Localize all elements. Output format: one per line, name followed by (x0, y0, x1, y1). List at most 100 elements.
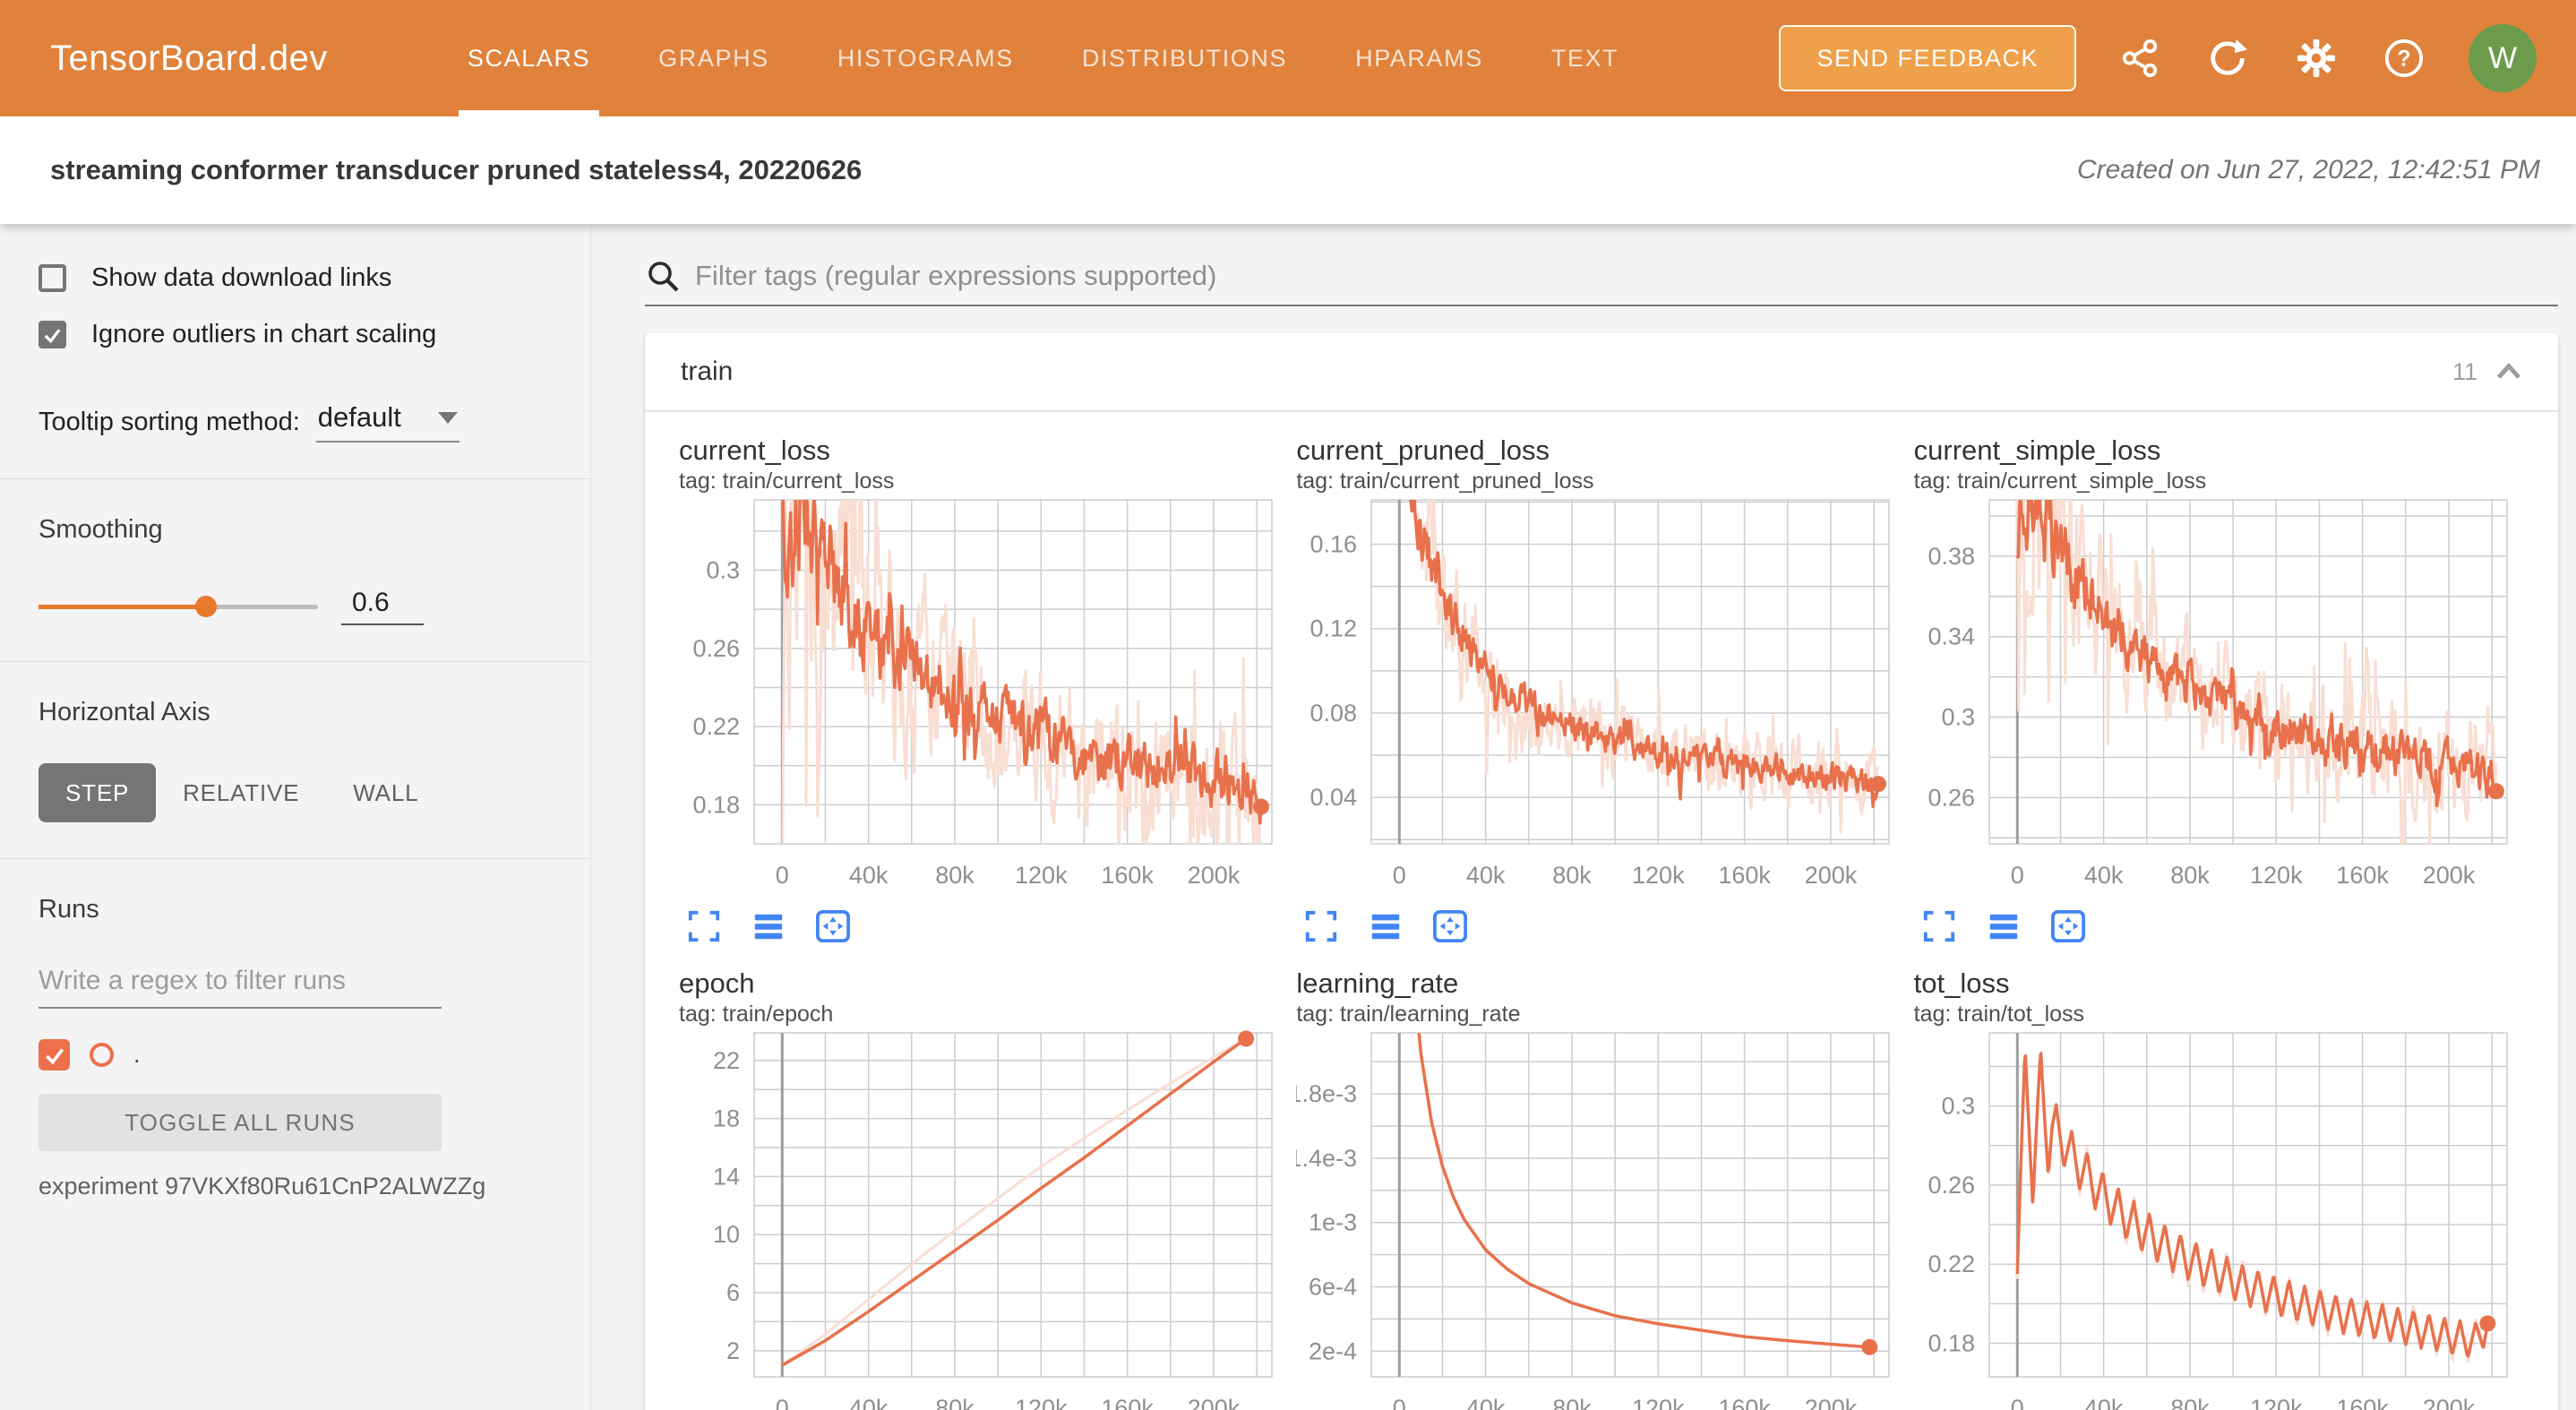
run-list-item[interactable]: . (39, 1039, 547, 1070)
send-feedback-button[interactable]: SEND FEEDBACK (1779, 25, 2076, 91)
dashboard-main: train 11 current_loss tag: train/current… (591, 224, 2576, 1410)
axis-button-wall[interactable]: WALL (326, 763, 445, 822)
chart-tag: tag: train/tot_loss (1914, 1001, 2516, 1027)
tab-text[interactable]: TEXT (1546, 0, 1624, 116)
scalar-chart-plot[interactable]: 0.260.30.340.38040k80k120k160k200k (1914, 494, 2516, 899)
svg-text:120k: 120k (1632, 862, 1685, 889)
svg-text:0: 0 (776, 862, 789, 889)
svg-text:0.16: 0.16 (1310, 530, 1358, 557)
svg-text:0: 0 (776, 1395, 789, 1410)
svg-text:1.4e-3: 1.4e-3 (1296, 1145, 1357, 1172)
divider (0, 478, 590, 479)
svg-text:200k: 200k (1188, 862, 1241, 889)
scalar-chart-plot[interactable]: 0.180.220.260.3040k80k120k160k200k (1914, 1027, 2516, 1410)
show-download-links-checkbox[interactable]: Show data download links (39, 263, 547, 293)
fit-domain-icon[interactable] (2048, 907, 2088, 947)
svg-text:22: 22 (713, 1047, 740, 1074)
svg-text:40k: 40k (1466, 862, 1506, 889)
expand-icon[interactable] (1919, 907, 1959, 947)
svg-text:0.22: 0.22 (692, 713, 740, 740)
experiment-title: streaming conformer transducer pruned st… (50, 154, 862, 186)
train-section-header[interactable]: train 11 (645, 333, 2558, 412)
tooltip-sorting-value: default (318, 401, 401, 434)
axis-button-relative[interactable]: RELATIVE (156, 763, 326, 822)
svg-text:120k: 120k (1015, 862, 1068, 889)
scalar-chart-card: current_loss tag: train/current_loss 0.1… (679, 434, 1281, 947)
runs-filter-input[interactable] (39, 966, 442, 1009)
scalar-chart-plot[interactable]: 2e-46e-41e-31.4e-31.8e-3040k80k120k160k2… (1296, 1027, 1898, 1410)
run-color-swatch (90, 1043, 114, 1067)
tag-filter-input[interactable] (695, 260, 2558, 292)
smoothing-slider-thumb[interactable] (195, 596, 217, 617)
svg-text:40k: 40k (849, 1395, 889, 1410)
runs-selector-icon[interactable] (1366, 907, 1405, 947)
tab-scalars[interactable]: SCALARS (462, 0, 596, 116)
horizontal-axis-label: Horizontal Axis (39, 698, 547, 727)
chart-title: learning_rate (1296, 967, 1898, 1001)
tab-histograms[interactable]: HISTOGRAMS (832, 0, 1019, 116)
tab-distributions[interactable]: DISTRIBUTIONS (1077, 0, 1292, 116)
section-chart-count: 11 (2452, 358, 2477, 386)
svg-text:80k: 80k (935, 862, 975, 889)
svg-text:80k: 80k (2170, 862, 2210, 889)
axis-button-step[interactable]: STEP (39, 763, 156, 822)
settings-icon[interactable] (2293, 35, 2340, 82)
help-icon[interactable]: ? (2381, 35, 2427, 82)
svg-text:2: 2 (726, 1337, 740, 1364)
chart-title: epoch (679, 967, 1281, 1001)
fit-domain-icon[interactable] (1430, 907, 1470, 947)
smoothing-value-field[interactable]: 0.6 (341, 588, 424, 625)
svg-text:2e-4: 2e-4 (1309, 1337, 1357, 1364)
svg-text:0: 0 (1393, 862, 1406, 889)
svg-text:160k: 160k (2336, 862, 2389, 889)
horizontal-axis-buttons: STEPRELATIVEWALL (39, 763, 547, 822)
svg-text:40k: 40k (2084, 862, 2124, 889)
svg-text:120k: 120k (1015, 1395, 1068, 1410)
chart-toolbar (1919, 907, 2516, 947)
svg-text:160k: 160k (1719, 862, 1772, 889)
chart-tag: tag: train/learning_rate (1296, 1001, 1898, 1027)
refresh-icon[interactable] (2205, 35, 2252, 82)
checkbox-unchecked-icon (39, 264, 66, 292)
runs-selector-icon[interactable] (1984, 907, 2023, 947)
svg-text:40k: 40k (2084, 1395, 2124, 1410)
tab-hparams[interactable]: HPARAMS (1350, 0, 1489, 116)
svg-text:160k: 160k (1101, 862, 1154, 889)
tooltip-sorting-select[interactable]: default (316, 401, 459, 443)
scalar-chart-plot[interactable]: 2610141822040k80k120k160k200k (679, 1027, 1281, 1410)
train-section-card: train 11 current_loss tag: train/current… (645, 333, 2558, 1410)
divider (0, 661, 590, 662)
settings-sidebar: Show data download links Ignore outliers… (0, 224, 591, 1410)
scalar-chart-card: current_simple_loss tag: train/current_s… (1914, 434, 2516, 947)
checkbox-checked-icon (39, 321, 66, 348)
smoothing-slider[interactable] (39, 605, 318, 609)
toggle-all-runs-button[interactable]: TOGGLE ALL RUNS (39, 1094, 442, 1151)
svg-text:18: 18 (713, 1105, 740, 1132)
svg-text:200k: 200k (1805, 862, 1858, 889)
run-checkbox-checked-icon[interactable] (39, 1039, 70, 1070)
svg-text:0.12: 0.12 (1310, 615, 1358, 642)
svg-text:0.18: 0.18 (1928, 1329, 1975, 1356)
svg-text:160k: 160k (1719, 1395, 1772, 1410)
svg-text:0: 0 (2010, 862, 2023, 889)
checkbox-label: Show data download links (91, 263, 391, 293)
tab-graphs[interactable]: GRAPHS (653, 0, 775, 116)
expand-icon[interactable] (684, 907, 724, 947)
scalar-chart-plot[interactable]: 0.040.080.120.16040k80k120k160k200k (1296, 494, 1898, 899)
share-icon[interactable] (2117, 35, 2164, 82)
svg-text:200k: 200k (1805, 1395, 1858, 1410)
app-title: TensorBoard.dev (50, 39, 328, 79)
created-timestamp: Created on Jun 27, 2022, 12:42:51 PM (2077, 155, 2540, 185)
ignore-outliers-checkbox[interactable]: Ignore outliers in chart scaling (39, 320, 547, 349)
svg-text:80k: 80k (1553, 862, 1593, 889)
tag-filter-row (645, 258, 2558, 306)
chart-title: current_simple_loss (1914, 434, 2516, 468)
svg-text:120k: 120k (2250, 862, 2303, 889)
runs-selector-icon[interactable] (749, 907, 788, 947)
fit-domain-icon[interactable] (813, 907, 853, 947)
avatar[interactable]: W (2469, 24, 2537, 92)
scalar-chart-plot[interactable]: 0.180.220.260.3040k80k120k160k200k (679, 494, 1281, 899)
expand-icon[interactable] (1301, 907, 1341, 947)
search-icon (645, 258, 681, 294)
scalar-chart-card: learning_rate tag: train/learning_rate 2… (1296, 967, 1898, 1410)
